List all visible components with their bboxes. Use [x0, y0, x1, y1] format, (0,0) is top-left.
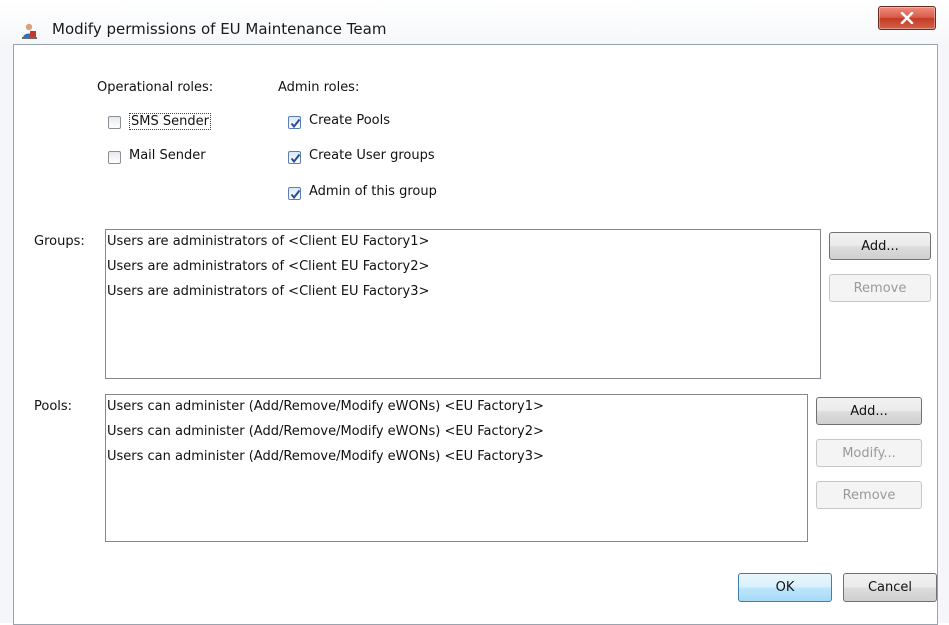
cancel-button[interactable]: Cancel [843, 573, 937, 602]
admin-of-this-group-checkbox[interactable] [288, 187, 301, 200]
window-title: Modify permissions of EU Maintenance Tea… [52, 20, 387, 38]
operational-roles-heading: Operational roles: [97, 80, 214, 95]
mail-sender-label: Mail Sender [129, 148, 206, 163]
pools-label: Pools: [34, 399, 73, 414]
groups-remove-button[interactable]: Remove [829, 274, 931, 302]
checkmark-icon [290, 118, 301, 129]
create-user-groups-label: Create User groups [309, 148, 435, 163]
sms-sender-label: SMS Sender [129, 113, 211, 130]
sms-sender-checkbox[interactable] [108, 116, 121, 129]
close-button[interactable] [878, 6, 936, 30]
window-frame-right [937, 44, 949, 623]
admin-roles-heading: Admin roles: [278, 80, 360, 95]
create-user-groups-checkbox[interactable] [288, 151, 301, 164]
groups-listbox[interactable]: Users are administrators of <Client EU F… [105, 229, 821, 379]
groups-add-button[interactable]: Add... [829, 232, 931, 260]
list-item[interactable]: Users are administrators of <Client EU F… [107, 284, 429, 299]
list-item[interactable]: Users can administer (Add/Remove/Modify … [107, 449, 544, 464]
ok-button[interactable]: OK [738, 573, 832, 602]
admin-of-this-group-label: Admin of this group [309, 184, 437, 199]
list-item[interactable]: Users can administer (Add/Remove/Modify … [107, 424, 544, 439]
window-frame-left [0, 44, 14, 623]
users-icon [20, 22, 38, 40]
list-item[interactable]: Users are administrators of <Client EU F… [107, 259, 429, 274]
mail-sender-checkbox[interactable] [108, 151, 121, 164]
checkmark-icon [290, 189, 301, 200]
list-item[interactable]: Users are administrators of <Client EU F… [107, 234, 429, 249]
checkmark-icon [290, 153, 301, 164]
groups-label: Groups: [34, 234, 85, 249]
list-item[interactable]: Users can administer (Add/Remove/Modify … [107, 399, 544, 414]
pools-add-button[interactable]: Add... [816, 397, 922, 425]
create-pools-label: Create Pools [309, 113, 390, 128]
pools-modify-button[interactable]: Modify... [816, 439, 922, 467]
pools-listbox[interactable]: Users can administer (Add/Remove/Modify … [105, 394, 808, 542]
close-icon [900, 12, 914, 24]
pools-remove-button[interactable]: Remove [816, 481, 922, 509]
create-pools-checkbox[interactable] [288, 116, 301, 129]
